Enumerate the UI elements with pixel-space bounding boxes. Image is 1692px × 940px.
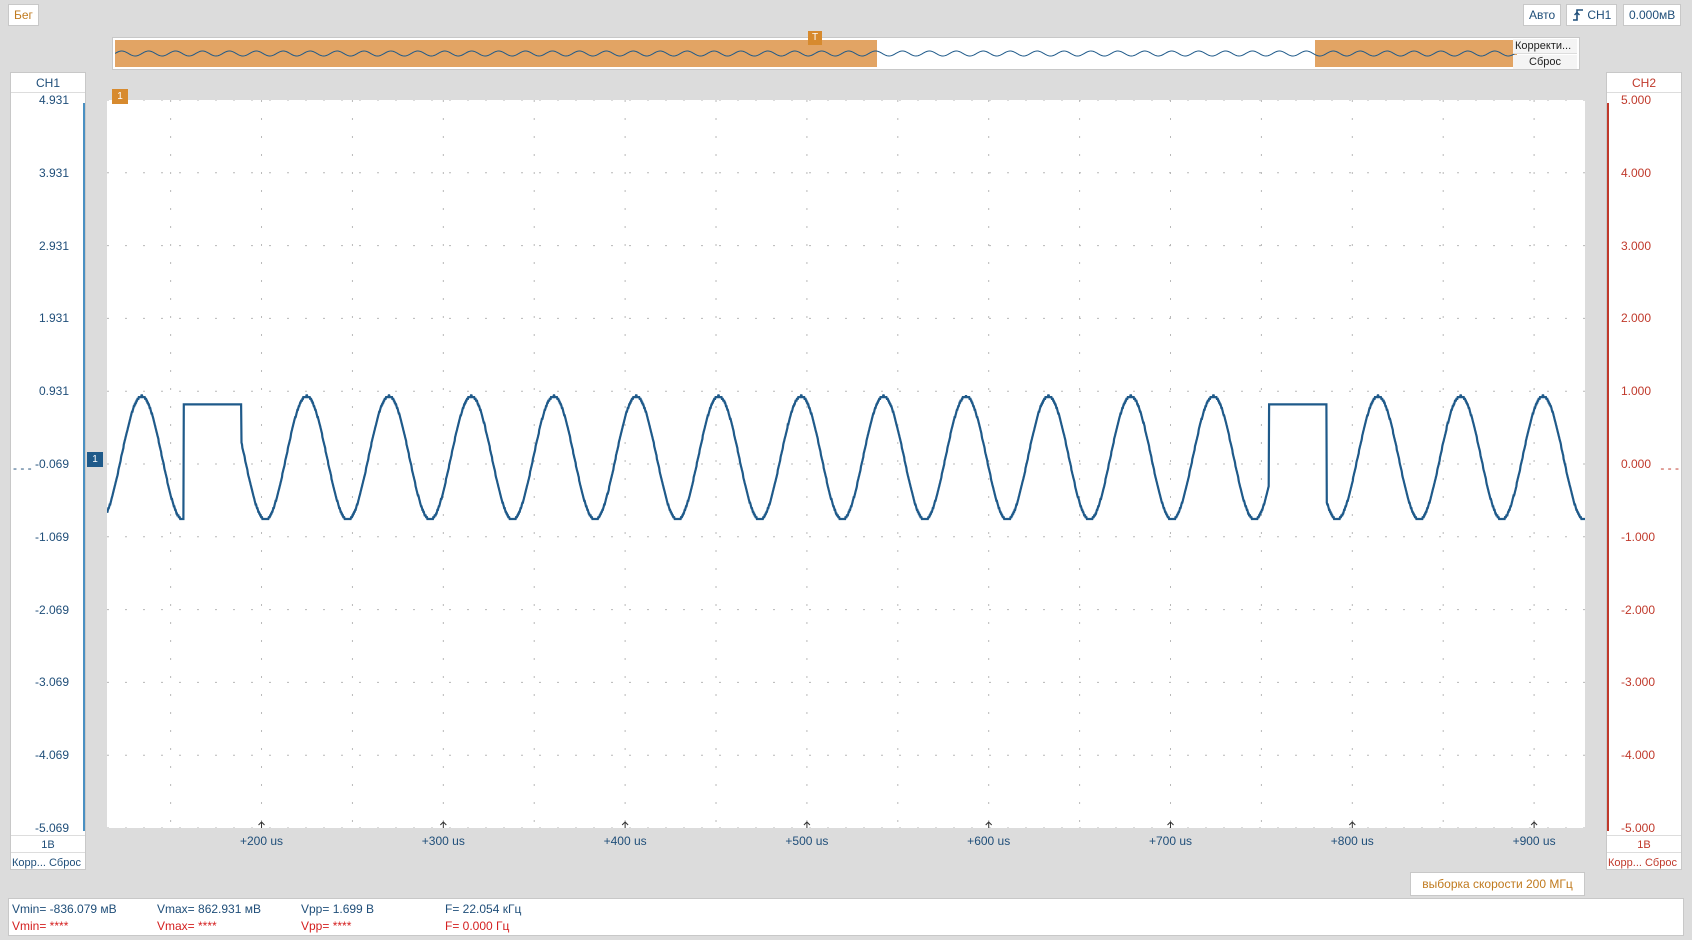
ch2-tick-label: 3.000 (1621, 238, 1652, 253)
x-tick-label: +700 us (1148, 834, 1193, 848)
ch2-tick-label: -3.000 (1621, 675, 1656, 690)
ch2-tick-label: 4.000 (1621, 165, 1652, 180)
ch2-tick-label: 1.000 (1621, 384, 1652, 399)
trigger-source-button[interactable]: CH1 (1566, 4, 1618, 26)
measurement-panel: Vmin= -836.079 мВ Vmax= 862.931 мВ Vpp= … (8, 898, 1684, 936)
ch1-tick-label: -1.069 (34, 529, 69, 544)
ch1-frequency: F= 22.054 кГц (445, 902, 522, 916)
ch2-axis-line (1607, 103, 1609, 831)
x-tick-mark (621, 821, 629, 828)
ch1-axis-line (83, 103, 85, 831)
ch2-tick-label: -4.000 (1621, 748, 1656, 763)
ch1-correct-reset[interactable]: Корр... Сброс (11, 855, 85, 871)
ch1-tick-label: -4.069 (34, 748, 69, 763)
ch2-vpp: Vpp= **** (301, 919, 352, 933)
x-tick-label: +200 us (239, 834, 284, 848)
time-reference-marker[interactable]: 1 (112, 89, 128, 104)
ch2-tick-label: -2.000 (1621, 602, 1656, 617)
ch1-axis-panel: CH1 4.931 3.931 2.931 1.931 0.931 -0.069 -1.06… (10, 72, 86, 870)
ch2-tick-label: 5.000 (1621, 93, 1652, 107)
x-tick-label: +500 us (785, 834, 829, 848)
x-tick-mark (258, 821, 265, 828)
x-tick-label: +800 us (1330, 834, 1374, 848)
rising-edge-icon (1573, 9, 1583, 21)
ch2-tick-label: -1.000 (1621, 529, 1656, 544)
ch2-correct-reset[interactable]: Корр... Сброс (1607, 855, 1681, 871)
trigger-level-button[interactable]: 0.000мВ (1623, 4, 1682, 26)
ch2-frequency: F= 0.000 Гц (445, 919, 510, 933)
ch1-offset-indicator: - - - (13, 461, 32, 475)
x-tick-mark (803, 821, 811, 828)
ch2-vmax: Vmax= **** (157, 919, 217, 933)
ch1-tick-label: 3.931 (38, 165, 69, 180)
ch1-vpp: Vpp= 1.699 В (301, 902, 375, 916)
ch1-reference-marker[interactable]: 1 (87, 452, 103, 467)
waveform-overview[interactable]: Корректи... Сброс (112, 37, 1580, 70)
ch1-tick-label: 4.931 (38, 93, 69, 107)
overview-waveform-line (115, 50, 1515, 57)
run-button[interactable]: Бег (8, 4, 39, 26)
x-tick-mark (1530, 821, 1538, 828)
x-tick-label: +900 us (1512, 834, 1556, 848)
ch2-offset-indicator: - - - (1660, 461, 1679, 475)
ch1-vmax: Vmax= 862.931 мВ (157, 902, 261, 916)
ch1-scale[interactable]: 1В (11, 835, 85, 853)
x-tick-mark (1348, 821, 1356, 828)
trigger-position-marker[interactable]: T (808, 31, 822, 45)
ch2-vmin: Vmin= **** (12, 919, 69, 933)
ch2-tick-label: -5.000 (1621, 821, 1656, 835)
ch2-tick-label: 2.000 (1621, 311, 1652, 326)
x-tick-label: +300 us (421, 834, 465, 848)
trigger-source-label: CH1 (1587, 8, 1612, 22)
x-tick-mark (439, 821, 447, 828)
x-tick-mark (985, 821, 993, 828)
ch1-tick-label: 1.931 (38, 311, 69, 326)
ch2-title[interactable]: CH2 (1607, 73, 1681, 93)
trigger-mode-button[interactable]: Авто (1523, 4, 1562, 26)
ch1-tick-label: -2.069 (34, 602, 69, 617)
overview-correct-button[interactable]: Корректи... (1513, 39, 1577, 54)
ch2-tick-label: 0.000 (1621, 457, 1652, 471)
ch1-tick-label: -3.069 (34, 675, 69, 690)
ch1-tick-label: -0.069 (34, 457, 69, 471)
oscilloscope-plot[interactable] (107, 100, 1585, 828)
ch1-tick-label: -5.069 (34, 821, 69, 835)
x-tick-mark (1167, 821, 1174, 828)
ch1-tick-label: 0.931 (38, 384, 69, 399)
sample-rate-label: выборка скорости 200 МГц (1410, 872, 1585, 896)
plot-svg (107, 100, 1585, 828)
ch1-title[interactable]: CH1 (11, 73, 85, 93)
x-tick-label: +400 us (603, 834, 647, 848)
ch1-waveform (107, 394, 1585, 521)
overview-reset-button[interactable]: Сброс (1513, 55, 1577, 69)
ch1-tick-label: 2.931 (38, 238, 69, 253)
ch2-axis-panel: CH2 5.000 4.000 3.000 2.000 1.000 0.000 -1.000… (1606, 72, 1682, 870)
ch1-vmin: Vmin= -836.079 мВ (12, 902, 117, 916)
x-tick-label: +600 us (967, 834, 1011, 848)
ch2-scale[interactable]: 1В (1607, 835, 1681, 853)
